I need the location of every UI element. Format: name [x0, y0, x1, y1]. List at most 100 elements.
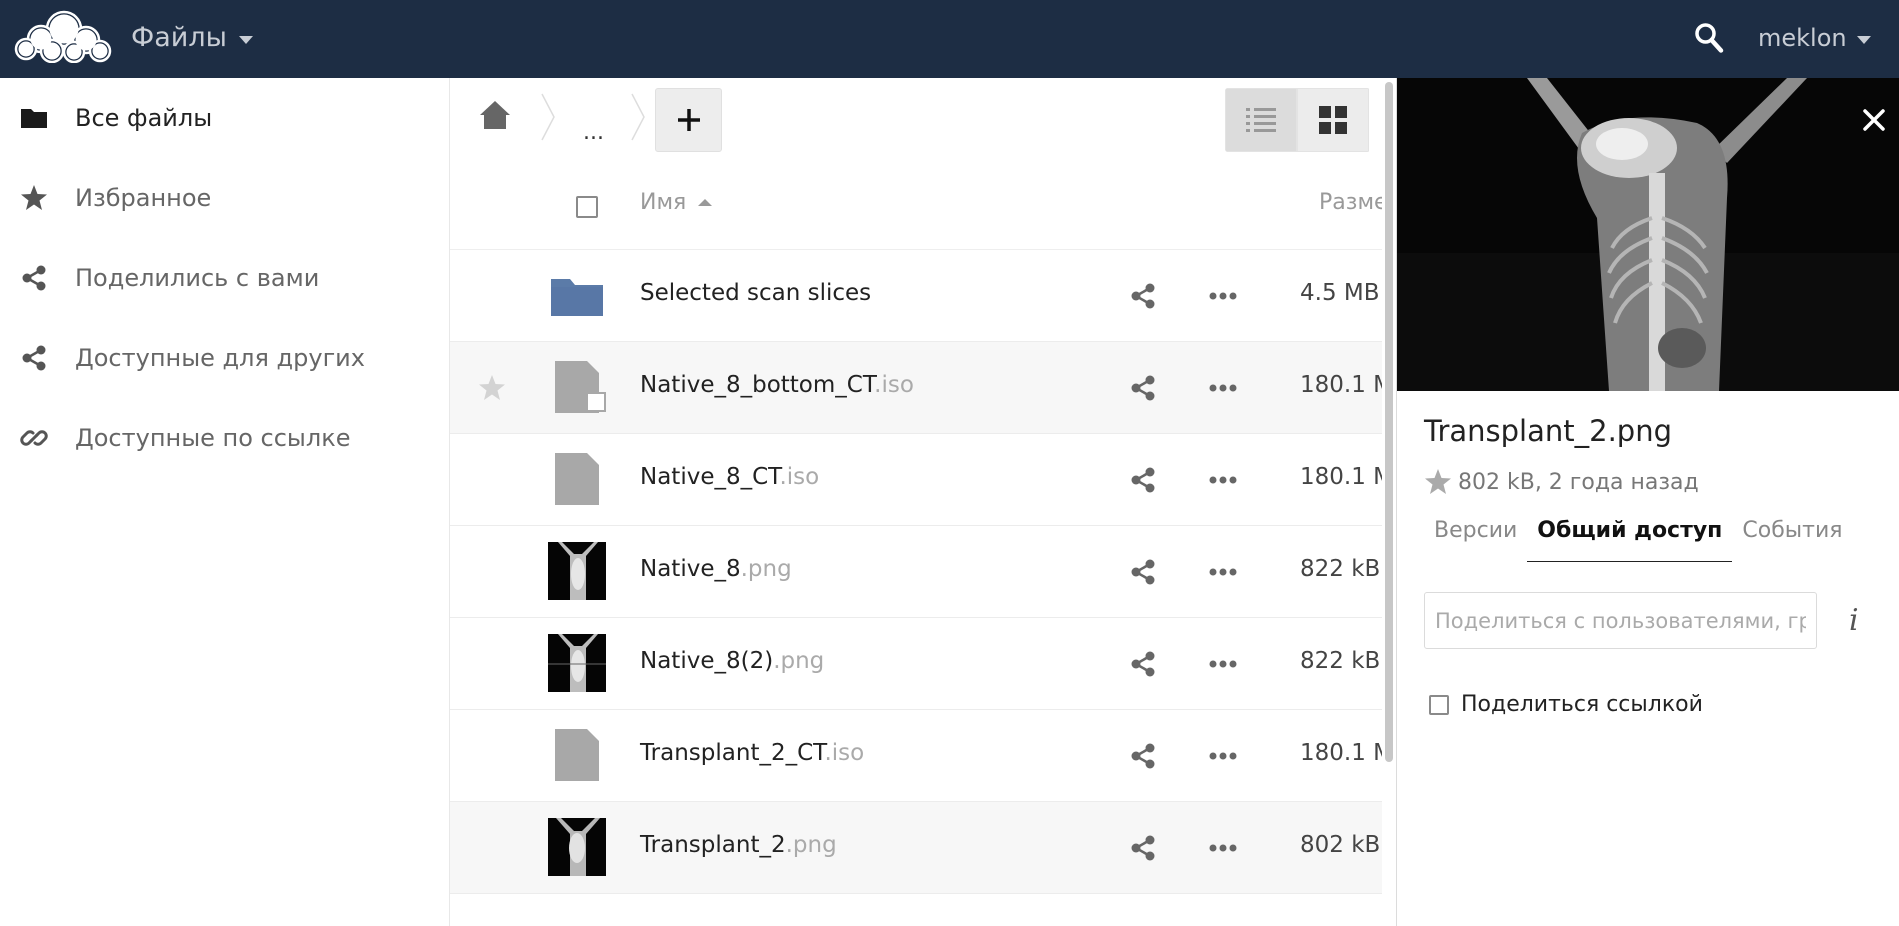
file-name: Native_8(2).png	[640, 648, 825, 674]
share-icon[interactable]	[1128, 557, 1158, 587]
tab-sharing[interactable]: Общий доступ	[1527, 514, 1733, 562]
sidebar-item-shared-with-you[interactable]: Поделились с вами	[0, 238, 449, 318]
file-icon	[555, 729, 599, 781]
controls-bar: ...	[450, 78, 1382, 168]
app-menu-toggle[interactable]: Файлы	[131, 22, 253, 53]
sidebar: Все файлы Избранное Поделились с вами До…	[0, 78, 450, 926]
sidebar-item-label: Все файлы	[75, 104, 213, 132]
file-name: Selected scan slices	[640, 280, 872, 306]
image-thumbnail	[548, 634, 606, 692]
more-actions-icon[interactable]	[1208, 465, 1238, 495]
file-name: Native_8_CT.iso	[640, 464, 820, 490]
star-icon[interactable]	[478, 374, 506, 402]
share-with-input[interactable]	[1424, 592, 1817, 649]
share-icon[interactable]	[1128, 373, 1158, 403]
file-name: Native_8.png	[640, 556, 792, 582]
file-size: 802 kB	[1300, 832, 1381, 858]
sidebar-item-favorites[interactable]: Избранное	[0, 158, 449, 238]
file-name: Transplant_2_CT.iso	[640, 740, 865, 766]
share-icon[interactable]	[1128, 465, 1158, 495]
column-header-name[interactable]: Имя	[640, 190, 713, 215]
tab-versions[interactable]: Версии	[1424, 514, 1527, 562]
new-button[interactable]	[655, 88, 722, 152]
file-size: 822 kB	[1300, 648, 1381, 674]
chevron-down-icon	[238, 35, 253, 44]
sidebar-item-shared-with-others[interactable]: Доступные для других	[0, 318, 449, 398]
column-name-label: Имя	[640, 190, 687, 215]
plus-icon	[677, 109, 700, 131]
table-row[interactable]: Native_8.png 822 kB	[450, 526, 1382, 618]
grid-view-icon	[1319, 106, 1347, 134]
info-icon[interactable]: i	[1849, 603, 1859, 638]
star-icon	[21, 185, 47, 210]
details-tabs: Версии Общий доступ События	[1424, 514, 1853, 562]
list-view-button[interactable]	[1225, 88, 1297, 152]
table-row[interactable]: Transplant_2.png 802 kB	[450, 802, 1382, 894]
column-header-size[interactable]: Размер	[1319, 190, 1382, 215]
share-icon[interactable]	[1128, 833, 1158, 863]
details-file-name: Transplant_2.png	[1424, 414, 1672, 448]
sidebar-item-all-files[interactable]: Все файлы	[0, 78, 449, 158]
close-icon[interactable]	[1860, 106, 1888, 134]
folder-icon	[551, 279, 603, 316]
file-size: 4.5 MB	[1300, 280, 1380, 306]
more-actions-icon[interactable]	[1208, 373, 1238, 403]
table-row[interactable]: Transplant_2_CT.iso 180.1 MB	[450, 710, 1382, 802]
share-icon[interactable]	[1128, 741, 1158, 771]
more-actions-icon[interactable]	[1208, 741, 1238, 771]
breadcrumb-separator-icon	[631, 93, 645, 141]
owncloud-logo-icon[interactable]	[14, 9, 112, 63]
file-size: 822 kB	[1300, 556, 1381, 582]
more-actions-icon[interactable]	[1208, 833, 1238, 863]
file-name: Transplant_2.png	[640, 832, 837, 858]
tab-activity[interactable]: События	[1732, 514, 1852, 562]
more-actions-icon[interactable]	[1208, 557, 1238, 587]
view-toggle	[1225, 88, 1370, 152]
file-size: 180.1 MB	[1300, 464, 1382, 490]
image-thumbnail	[548, 818, 606, 876]
select-all-checkbox[interactable]	[576, 196, 598, 218]
share-icon	[22, 265, 46, 291]
share-icon[interactable]	[1128, 281, 1158, 311]
sidebar-item-label: Доступные по ссылке	[75, 424, 351, 452]
share-link-checkbox[interactable]	[1429, 694, 1449, 715]
table-row[interactable]: Native_8(2).png 822 kB	[450, 618, 1382, 710]
file-icon	[555, 453, 599, 505]
share-link-checkbox-row[interactable]: Поделиться ссылкой	[1429, 692, 1703, 717]
share-icon[interactable]	[1128, 649, 1158, 679]
details-meta-text: 802 kB, 2 года назад	[1458, 469, 1699, 495]
file-size: 180.1 MB	[1300, 372, 1382, 398]
link-icon	[20, 430, 48, 446]
table-row[interactable]: Native_8_CT.iso 180.1 MB	[450, 434, 1382, 526]
search-icon[interactable]	[1694, 22, 1724, 54]
chevron-down-icon	[1856, 36, 1871, 44]
details-meta: 802 kB, 2 года назад	[1424, 468, 1699, 496]
file-list-scrollbar[interactable]	[1385, 82, 1393, 762]
image-preview	[1397, 78, 1899, 391]
table-row[interactable]: Selected scan slices 4.5 MB	[450, 250, 1382, 342]
sidebar-item-label: Избранное	[75, 184, 212, 212]
more-actions-icon[interactable]	[1208, 649, 1238, 679]
folder-icon	[21, 109, 47, 128]
app-title: Файлы	[131, 22, 227, 53]
share-link-label: Поделиться ссылкой	[1461, 692, 1703, 717]
share-icon	[22, 345, 46, 371]
top-header: Файлы meklon	[0, 0, 1899, 78]
user-name: meklon	[1758, 24, 1847, 52]
details-panel: Transplant_2.png 802 kB, 2 года назад Ве…	[1396, 78, 1899, 926]
sort-ascending-icon	[698, 199, 713, 206]
breadcrumb-ellipsis[interactable]: ...	[583, 120, 604, 145]
table-row[interactable]: Native_8_bottom_CT.iso 180.1 MB	[450, 342, 1382, 434]
grid-view-button[interactable]	[1297, 88, 1369, 152]
breadcrumb-separator-icon	[541, 93, 555, 141]
image-thumbnail	[548, 542, 606, 600]
list-view-icon	[1246, 108, 1276, 132]
star-icon[interactable]	[1424, 468, 1452, 496]
sidebar-item-label: Поделились с вами	[75, 264, 320, 292]
file-icon	[555, 361, 606, 413]
user-menu[interactable]: meklon	[1758, 24, 1871, 52]
home-icon[interactable]	[478, 98, 512, 132]
sidebar-item-shared-by-link[interactable]: Доступные по ссылке	[0, 398, 449, 478]
more-actions-icon[interactable]	[1208, 281, 1238, 311]
file-name: Native_8_bottom_CT.iso	[640, 372, 914, 398]
